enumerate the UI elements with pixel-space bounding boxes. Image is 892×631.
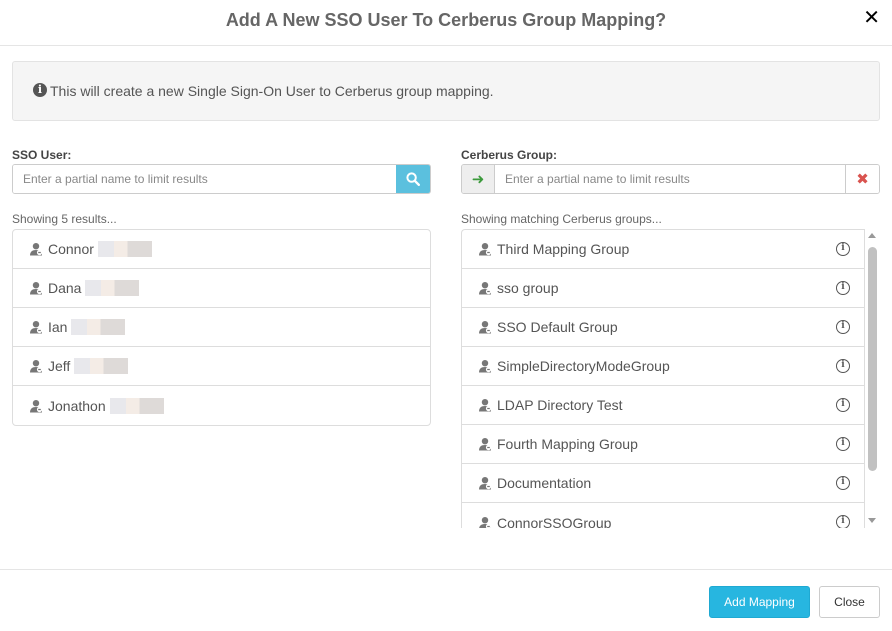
user-icon xyxy=(478,476,492,490)
modal-header: Add A New SSO User To Cerberus Group Map… xyxy=(0,0,892,46)
info-icon[interactable]: i xyxy=(836,242,850,256)
sso-user-list: Connor Dana Ian Jeff Jonathon xyxy=(12,229,431,426)
add-mapping-button[interactable]: Add Mapping xyxy=(709,586,810,618)
cerberus-group-label: Cerberus Group: xyxy=(461,148,558,162)
sso-user-item[interactable]: Jeff xyxy=(13,347,430,386)
user-icon xyxy=(478,437,492,451)
cerberus-group-list: Third Mapping Group i sso group i SSO Defaul… xyxy=(461,229,865,528)
cerberus-group-search-input[interactable] xyxy=(495,165,845,193)
user-icon xyxy=(29,242,43,256)
modal-dialog: Add A New SSO User To Cerberus Group Map… xyxy=(0,0,892,631)
cerberus-group-item[interactable]: Third Mapping Group i xyxy=(462,230,864,269)
sso-user-item[interactable]: Dana xyxy=(13,269,430,308)
cerberus-group-item[interactable]: Documentation i xyxy=(462,464,864,503)
sso-user-item[interactable]: Jonathon xyxy=(13,386,430,425)
scroll-up-icon[interactable] xyxy=(868,233,876,238)
cerberus-group-item[interactable]: ConnorSSOGroup i xyxy=(462,503,864,528)
redacted-surname xyxy=(85,280,140,296)
sso-user-search xyxy=(12,164,431,194)
info-text: This will create a new Single Sign-On Us… xyxy=(50,83,494,99)
info-icon[interactable]: i xyxy=(836,398,850,412)
sso-user-name: Connor xyxy=(48,241,94,257)
search-icon xyxy=(406,172,420,186)
cerberus-group-name: SimpleDirectoryModeGroup xyxy=(497,358,670,374)
sso-user-search-input[interactable] xyxy=(13,165,396,193)
sso-user-label: SSO User: xyxy=(12,148,72,162)
modal-title: Add A New SSO User To Cerberus Group Map… xyxy=(225,10,667,30)
search-button[interactable] xyxy=(396,165,430,193)
info-icon: i xyxy=(33,83,47,97)
cerberus-group-name: SSO Default Group xyxy=(497,319,618,335)
cerberus-group-name: LDAP Directory Test xyxy=(497,397,623,413)
cerberus-group-name: sso group xyxy=(497,280,559,296)
info-icon[interactable]: i xyxy=(836,320,850,334)
user-icon xyxy=(478,281,492,295)
cerberus-group-item[interactable]: Fourth Mapping Group i xyxy=(462,425,864,464)
redacted-surname xyxy=(71,319,126,335)
user-icon xyxy=(478,320,492,334)
modal-footer: Add Mapping Close xyxy=(0,569,892,631)
user-icon xyxy=(29,359,43,373)
clear-icon[interactable]: ✖ xyxy=(845,165,879,193)
sso-user-name: Jonathon xyxy=(48,397,106,414)
scroll-thumb[interactable] xyxy=(868,247,877,471)
redacted-surname xyxy=(74,358,129,374)
redacted-surname xyxy=(109,397,164,414)
cerberus-group-item[interactable]: sso group i xyxy=(462,269,864,308)
close-icon[interactable]: ✕ xyxy=(863,8,880,28)
cerberus-group-name: Third Mapping Group xyxy=(497,241,630,257)
info-icon[interactable]: i xyxy=(836,515,850,528)
group-results-label: Showing matching Cerberus groups... xyxy=(461,212,662,226)
group-list-scrollbar[interactable] xyxy=(865,229,880,528)
sso-user-item[interactable]: Connor xyxy=(13,230,430,269)
sso-user-name: Dana xyxy=(48,280,82,296)
cerberus-group-name: Documentation xyxy=(497,475,592,491)
sso-user-item[interactable]: Ian xyxy=(13,308,430,347)
scroll-down-icon[interactable] xyxy=(868,518,876,523)
user-icon xyxy=(478,516,492,528)
user-icon xyxy=(29,281,43,295)
user-icon xyxy=(478,242,492,256)
sso-results-count: Showing 5 results... xyxy=(12,212,117,226)
sso-user-name: Jeff xyxy=(48,358,71,374)
user-icon xyxy=(29,399,43,413)
close-button[interactable]: Close xyxy=(819,586,880,618)
info-icon[interactable]: i xyxy=(836,476,850,490)
cerberus-group-item[interactable]: LDAP Directory Test i xyxy=(462,386,864,425)
cerberus-group-search: ➜ ✖ xyxy=(461,164,880,194)
cerberus-group-item[interactable]: SSO Default Group i xyxy=(462,308,864,347)
sso-user-name: Ian xyxy=(48,319,68,335)
user-icon xyxy=(478,359,492,373)
info-icon[interactable]: i xyxy=(836,359,850,373)
info-banner: i This will create a new Single Sign-On … xyxy=(12,61,880,121)
redacted-surname xyxy=(97,241,152,257)
cerberus-group-name: Fourth Mapping Group xyxy=(497,436,638,452)
user-icon xyxy=(478,398,492,412)
user-icon xyxy=(29,320,43,334)
info-icon[interactable]: i xyxy=(836,437,850,451)
cerberus-group-item[interactable]: SimpleDirectoryModeGroup i xyxy=(462,347,864,386)
arrow-right-icon: ➜ xyxy=(462,165,495,193)
cerberus-group-name: ConnorSSOGroup xyxy=(497,514,612,529)
info-icon[interactable]: i xyxy=(836,281,850,295)
